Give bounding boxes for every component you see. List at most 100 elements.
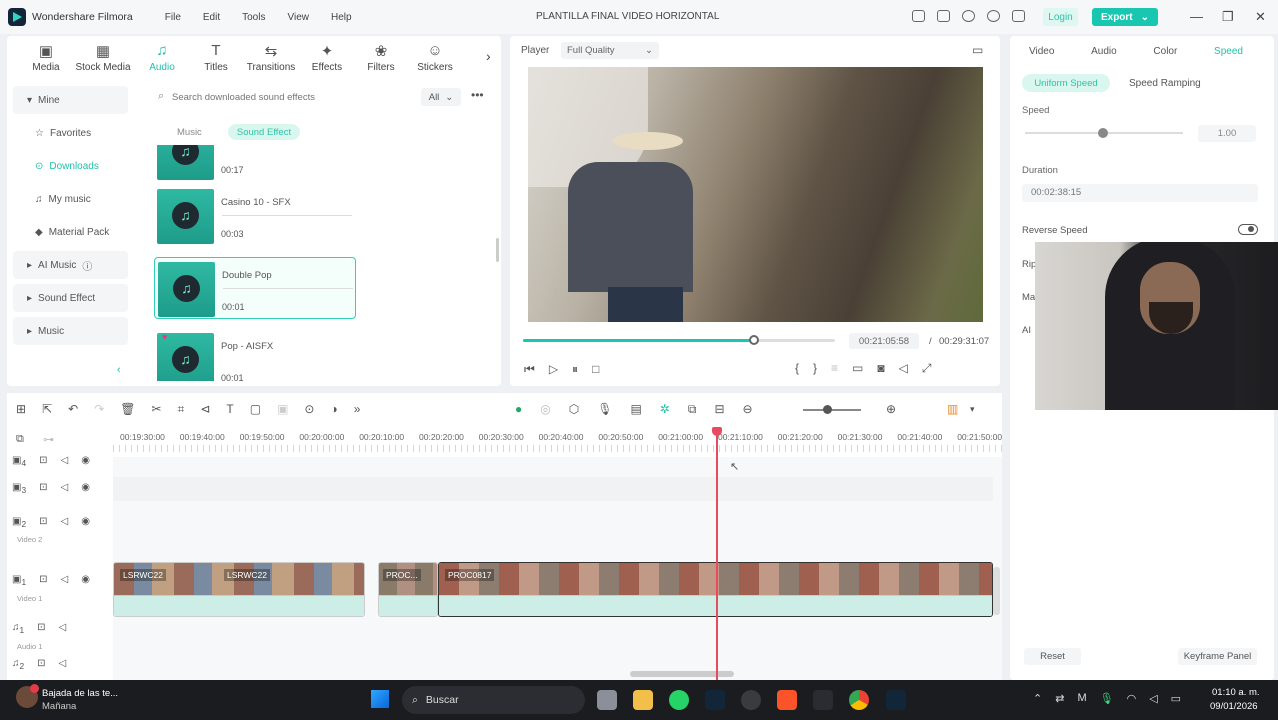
render-icon[interactable]: ≡	[831, 361, 838, 376]
render-preview-icon[interactable]: ●	[515, 402, 522, 417]
zoom-search-icon[interactable]: ⊙	[304, 402, 314, 417]
filter-dropdown[interactable]: All ⌄	[421, 88, 461, 106]
folder-icon[interactable]: ⊡	[37, 622, 45, 635]
mark-in-icon[interactable]: {	[795, 361, 799, 376]
eye-icon[interactable]: ◉	[81, 516, 90, 529]
speaker-icon[interactable]: ◁	[60, 516, 68, 529]
playback-progress-track[interactable]	[523, 335, 835, 345]
reset-button[interactable]: Reset	[1024, 648, 1081, 665]
microphone-icon[interactable]: 🎙︎	[1100, 692, 1114, 705]
color-icon[interactable]: ◑	[330, 402, 337, 417]
sidebar-mine[interactable]: ▾ Mine	[13, 86, 128, 114]
sidebar-music[interactable]: ▸ Music	[13, 317, 128, 345]
sound-item[interactable]: 00:17	[154, 145, 356, 183]
zoom-in-icon[interactable]: ⊕	[886, 402, 896, 416]
folder-icon[interactable]: ⊡	[39, 455, 47, 468]
volume-icon[interactable]: ◁	[899, 361, 908, 376]
monitor-icon[interactable]	[912, 10, 925, 22]
chevron-right-icon[interactable]: ›	[486, 48, 491, 64]
maximize-icon[interactable]: ❐	[1222, 9, 1234, 25]
speaker-icon[interactable]: ◁	[59, 622, 67, 635]
subtab-music[interactable]: Music	[177, 127, 202, 138]
clock-date[interactable]: 09/01/2026	[1210, 701, 1258, 712]
zoom-out-icon[interactable]: ⊖	[743, 402, 753, 417]
video-preview[interactable]	[528, 67, 983, 322]
cut-icon[interactable]: ✂	[151, 402, 161, 417]
add-track-icon[interactable]: ⧉	[16, 433, 24, 446]
speed-value-field[interactable]: 1.00	[1198, 125, 1256, 142]
mask-icon[interactable]: ▢	[250, 402, 261, 417]
pause-icon[interactable]: ⏸	[572, 362, 578, 377]
brave-icon[interactable]	[777, 690, 797, 710]
app-icon[interactable]	[741, 690, 761, 710]
voiceover-icon[interactable]: ▤	[630, 402, 641, 417]
sidebar-item-favorites[interactable]: ☆ Favorites	[13, 119, 128, 147]
eye-icon[interactable]: ◉	[81, 574, 90, 587]
battery-icon[interactable]: ▭	[1171, 692, 1181, 705]
marker-icon[interactable]: ⬡	[569, 402, 579, 417]
link-icon[interactable]: ⊶	[43, 433, 54, 446]
eye-icon[interactable]: ◉	[81, 482, 90, 495]
redo-icon[interactable]: ↷	[94, 402, 104, 417]
task-view-icon[interactable]	[597, 690, 617, 710]
camera-icon[interactable]: ◙	[877, 361, 884, 376]
close-icon[interactable]: ✕	[1255, 9, 1266, 25]
snapshot-icon[interactable]: ▭	[972, 43, 983, 57]
minimize-icon[interactable]: —	[1190, 9, 1203, 24]
snap-icon[interactable]: ✲	[660, 402, 670, 417]
crop-icon[interactable]: ⌗	[178, 402, 185, 417]
timeline-h-scrollbar[interactable]	[630, 671, 734, 677]
group-icon[interactable]: ▣	[277, 402, 288, 417]
tab-video[interactable]: Video	[1029, 46, 1054, 57]
previous-frame-icon[interactable]: ⏮	[524, 362, 535, 377]
grid-dropdown-icon[interactable]: ▾	[970, 404, 975, 415]
folder-icon[interactable]: ⊡	[39, 574, 47, 587]
menu-edit[interactable]: Edit	[203, 12, 220, 23]
mark-out-icon[interactable]: }	[813, 361, 817, 376]
tab-speed[interactable]: Speed	[1214, 46, 1243, 57]
sidebar-ai-music[interactable]: ▸ AI Music ⓘ	[13, 251, 128, 279]
folder-icon[interactable]: ⊡	[37, 658, 45, 671]
fit-icon[interactable]: ⊟	[714, 402, 724, 417]
uniform-speed-tab[interactable]: Uniform Speed	[1022, 74, 1110, 92]
folder-icon[interactable]: ⊡	[39, 516, 47, 529]
filmora-taskbar-icon[interactable]	[705, 690, 725, 710]
display-icon[interactable]: ▭	[852, 361, 863, 376]
stop-icon[interactable]: □	[592, 362, 599, 377]
export-button[interactable]: Export ⌄	[1092, 8, 1158, 26]
timeline-v-scrollbar[interactable]	[993, 567, 1000, 615]
sound-item[interactable]: ♥Pop - AISFX00:01	[154, 329, 356, 381]
tool-media[interactable]: ▣ Media	[20, 42, 72, 73]
layout-icon[interactable]: ⊞	[16, 402, 26, 417]
tray-app-icon[interactable]: ⇄	[1055, 692, 1064, 705]
clock-time[interactable]: 01:10 a. m.	[1212, 687, 1260, 698]
speed-slider[interactable]	[1025, 128, 1183, 138]
search-input[interactable]	[172, 88, 402, 106]
tab-audio[interactable]: Audio	[1091, 46, 1117, 57]
tool-effects[interactable]: ✦ Effects	[301, 42, 353, 73]
wifi-icon[interactable]: ◠	[1127, 692, 1137, 705]
folder-icon[interactable]: ⊡	[39, 482, 47, 495]
speed-slider-knob[interactable]	[1098, 128, 1108, 138]
notification-title[interactable]: Bajada de las te...	[42, 688, 118, 699]
login-button[interactable]: Login	[1043, 8, 1078, 26]
tool-filters[interactable]: ❀ Filters	[354, 42, 408, 73]
menu-tools[interactable]: Tools	[242, 12, 265, 23]
whatsapp-icon[interactable]	[669, 690, 689, 710]
mic-icon[interactable]: 🎙︎	[597, 402, 612, 417]
tab-color[interactable]: Color	[1153, 46, 1177, 57]
sound-item[interactable]: Casino 10 - SFX00:03	[154, 185, 356, 247]
playhead-knob[interactable]	[748, 335, 759, 345]
speaker-icon[interactable]: ◁	[60, 482, 68, 495]
menu-view[interactable]: View	[287, 12, 309, 23]
gmail-icon[interactable]: M	[1077, 692, 1086, 705]
delete-icon[interactable]: 🗑︎	[120, 402, 135, 417]
pip-icon[interactable]: ⧉	[688, 402, 697, 417]
cloud-icon[interactable]	[962, 10, 975, 22]
tool-stickers[interactable]: ☺ Stickers	[409, 42, 461, 73]
menu-help[interactable]: Help	[331, 12, 352, 23]
video-clip[interactable]: LSRWC22 LSRWC22	[113, 562, 365, 617]
reverse-speed-toggle[interactable]	[1238, 224, 1258, 235]
grid-view-icon[interactable]: ▥	[947, 402, 958, 416]
ai-icon[interactable]: ◎	[540, 402, 550, 417]
